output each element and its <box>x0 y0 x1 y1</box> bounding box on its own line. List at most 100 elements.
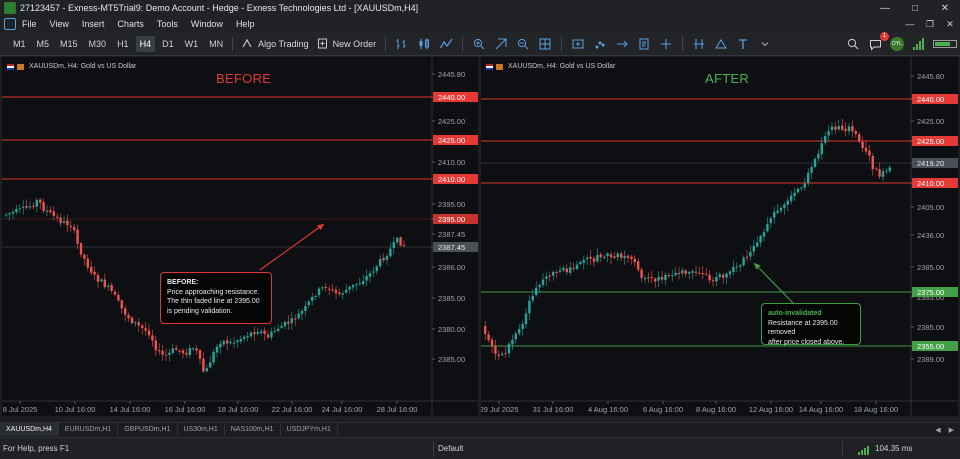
toolbar-divider <box>385 36 387 51</box>
candle-bull <box>752 246 755 252</box>
candle-bear <box>117 294 120 301</box>
crosshair-icon[interactable] <box>655 35 677 53</box>
candle-bull <box>368 273 372 277</box>
time-tick-label: 8 Aug 16:00 <box>696 405 736 414</box>
minimize-icon[interactable]: — <box>870 0 900 16</box>
menu-insert[interactable]: Insert <box>82 19 105 29</box>
time-tick-label: 6 Aug 16:00 <box>643 405 683 414</box>
account-avatar[interactable]: DYL <box>886 35 908 53</box>
zoom-out-icon[interactable] <box>512 35 534 53</box>
child-minimize-icon[interactable]: — <box>900 16 920 32</box>
before-chart[interactable]: 2445.802440.002425.002435.002410.002405.… <box>2 57 478 416</box>
candle-bear <box>694 271 698 273</box>
templates-icon[interactable] <box>633 35 655 53</box>
candle-bull <box>256 332 259 335</box>
menu-charts[interactable]: Charts <box>117 19 144 29</box>
timeframe-m30[interactable]: M30 <box>85 36 111 52</box>
candle-bull <box>616 253 619 258</box>
status-divider <box>433 441 434 457</box>
tab-scroll-left-icon[interactable]: ◀ <box>935 426 940 434</box>
candle-bull <box>783 204 786 208</box>
before-heading: BEFORE <box>216 71 272 86</box>
dropdown-chevron-icon[interactable] <box>754 35 776 53</box>
chart-symbol-label: XAUUSDm, H4: Gold vs US Dollar <box>7 63 136 70</box>
chart-panel-after[interactable]: 2445.802440.002425.002435.002419.202410.… <box>481 57 958 416</box>
menu-window[interactable]: Window <box>191 19 223 29</box>
menu-help[interactable]: Help <box>236 19 255 29</box>
timeframe-h1[interactable]: H1 <box>113 36 133 52</box>
menu-tools[interactable]: Tools <box>157 19 178 29</box>
grid-icon[interactable] <box>534 35 556 53</box>
time-tick-label: 22 Jul 16:00 <box>272 405 313 414</box>
timeframe-m1[interactable]: M1 <box>9 36 30 52</box>
timeframe-d1[interactable]: D1 <box>158 36 178 52</box>
candlestick-icon[interactable] <box>413 35 435 53</box>
chart-panel-before[interactable]: 2445.802440.002425.002435.002410.002405.… <box>2 57 478 416</box>
chart-shift-icon[interactable] <box>611 35 633 53</box>
algo-trading-button[interactable]: Algo Trading <box>238 35 313 53</box>
candle-bull <box>691 271 694 273</box>
auto-scroll-icon[interactable] <box>567 35 589 53</box>
indicators-icon[interactable] <box>589 35 611 53</box>
candle-bear <box>83 254 86 259</box>
candle-bear <box>654 278 657 282</box>
child-close-icon[interactable]: ✕ <box>940 16 960 32</box>
connection-signal-icon <box>908 35 930 53</box>
candle-bear <box>620 253 623 258</box>
candle-bear <box>684 270 687 274</box>
candle-bull <box>718 274 721 277</box>
candle-bear <box>572 268 575 270</box>
candle-bull <box>511 339 514 345</box>
close-icon[interactable]: ✕ <box>930 0 960 16</box>
status-profile[interactable]: Default <box>438 444 463 453</box>
candle-bear <box>504 353 507 355</box>
candle-bear <box>592 258 596 262</box>
candle-bull <box>277 328 280 332</box>
objects-icon[interactable] <box>710 35 732 53</box>
candle-bull <box>681 270 684 274</box>
tab-scroll-right-icon[interactable]: ▶ <box>949 426 954 434</box>
periods-icon[interactable] <box>688 35 710 53</box>
status-connection[interactable]: 104.35 ms <box>858 443 912 455</box>
timeframe-h4[interactable]: H4 <box>135 35 156 52</box>
menu-view[interactable]: View <box>50 19 69 29</box>
candle-bear <box>164 354 168 356</box>
text-object-icon[interactable] <box>732 35 754 53</box>
tab-gbpusdm-h1[interactable]: GBPUSDm,H1 <box>118 423 178 436</box>
candle-bear <box>871 156 874 170</box>
tab-eurusdm-h1[interactable]: EURUSDm,H1 <box>59 423 119 436</box>
search-icon[interactable] <box>842 35 864 53</box>
tab-xauusdm-h4[interactable]: XAUUSDm,H4 <box>0 423 59 436</box>
candle-bear <box>497 354 500 357</box>
chart-symbol-label: XAUUSDm, H4: Gold vs US Dollar <box>486 63 615 70</box>
price-tick-label: 2395.00 <box>438 200 465 209</box>
candle-bear <box>630 256 633 259</box>
new-order-button[interactable]: New Order <box>313 35 381 53</box>
maximize-icon[interactable]: □ <box>900 0 930 16</box>
tab-usdjpym-h1[interactable]: USDJPYm,H1 <box>281 423 338 436</box>
after-chart[interactable]: 2445.802440.002425.002435.002419.202410.… <box>481 57 958 416</box>
candle-bull <box>317 288 321 296</box>
notifications-button[interactable]: 1 <box>864 32 889 53</box>
bar-chart-icon[interactable] <box>391 35 413 53</box>
main-toolbar: M1 M5 M15 M30 H1 H4 D1 W1 MN Algo Tradin… <box>0 32 960 56</box>
timeframe-w1[interactable]: W1 <box>181 36 203 52</box>
tab-nas100m-h1[interactable]: NAS100m,H1 <box>225 423 281 436</box>
tab-us30m-h1[interactable]: US30m,H1 <box>178 423 225 436</box>
timeframe-m5[interactable]: M5 <box>33 36 54 52</box>
child-restore-icon[interactable]: ❐ <box>920 16 940 32</box>
candle-bear <box>185 352 188 355</box>
line-chart-icon[interactable] <box>435 35 457 53</box>
candle-bull <box>810 167 813 173</box>
candle-bull <box>735 266 738 268</box>
crosshair-move-icon[interactable] <box>490 35 512 53</box>
price-tick-label: 2380.00 <box>438 325 465 334</box>
zoom-in-icon[interactable] <box>468 35 490 53</box>
candle-bear <box>66 220 69 226</box>
timeframe-m15[interactable]: M15 <box>56 36 82 52</box>
us-flag-icon <box>7 63 14 70</box>
menu-file[interactable]: File <box>22 19 37 29</box>
candle-bear <box>626 255 630 258</box>
timeframe-mn[interactable]: MN <box>205 36 227 52</box>
price-tick-label: 2410.00 <box>438 158 465 167</box>
